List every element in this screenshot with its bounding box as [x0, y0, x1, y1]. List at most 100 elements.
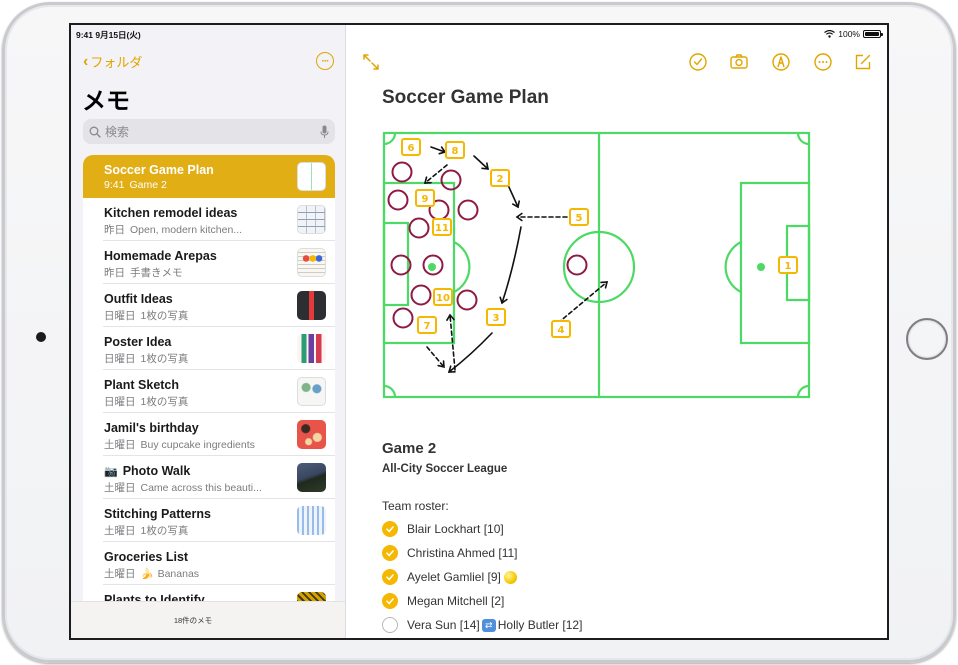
front-camera	[36, 332, 46, 342]
sidebar-title: メモ	[82, 88, 130, 115]
search-input[interactable]	[105, 124, 316, 139]
note-thumbnail	[297, 377, 326, 406]
note-thumbnail	[297, 334, 326, 363]
note-list-item[interactable]: Groceries List 土曜日 🍌 Bananas	[83, 542, 335, 585]
note-list-item[interactable]: Kitchen remodel ideas 昨日 Open, modern kitc…	[83, 198, 335, 241]
note-thumbnail	[297, 291, 326, 320]
note-preview: Buy cupcake ingredients	[140, 439, 255, 451]
player-number: 5	[576, 213, 583, 224]
corner-arc-bl	[382, 384, 397, 399]
roster-item: Megan Mitchell [2]	[382, 589, 582, 613]
checkbox-checked[interactable]	[382, 521, 398, 537]
markup-icon[interactable]	[771, 52, 791, 72]
note-thumbnail	[297, 463, 326, 492]
note-count: 18件のメモ	[71, 601, 345, 638]
opponent-marker	[387, 189, 409, 211]
back-to-folders-button[interactable]: ‹ フォルダ	[83, 52, 142, 71]
battery-icon	[863, 30, 883, 38]
player-number: 8	[452, 146, 459, 157]
note-title: Soccer Game Plan	[382, 87, 549, 108]
compose-icon[interactable]	[853, 52, 873, 72]
checkbox-unchecked[interactable]	[382, 617, 398, 633]
player-marker: 7	[417, 316, 437, 334]
corner-arc-br	[796, 384, 811, 399]
field-boundary	[382, 131, 811, 399]
sidebar-more-button[interactable]: ···	[316, 52, 334, 70]
repeat-icon: ⇄	[481, 619, 496, 633]
notes-sidebar: 9:41 9月15日(火) ‹ フォルダ ··· メモ Soccer Game …	[71, 25, 346, 638]
player-marker: 8	[445, 141, 465, 159]
player-marker: 2	[490, 169, 510, 187]
note-list-item[interactable]: 📷 Photo Walk 土曜日 Came across this beauti...	[83, 456, 335, 499]
note-thumbnail	[297, 506, 326, 535]
play-arrow	[501, 226, 522, 304]
note-date: 土曜日	[104, 568, 136, 580]
note-preview: Game 2	[129, 179, 167, 191]
checkbox-checked[interactable]	[382, 569, 398, 585]
player-marker: 3	[486, 308, 506, 326]
note-date: 9:41	[104, 179, 125, 191]
right-penalty-spot	[757, 263, 765, 271]
checkbox-checked[interactable]	[382, 545, 398, 561]
status-time-date: 9:41 9月15日(火)	[76, 30, 141, 40]
search-field[interactable]	[83, 119, 335, 144]
home-button[interactable]	[906, 318, 948, 360]
roster-checklist: Blair Lockhart [10] Christina Ahmed [11] A…	[382, 517, 582, 637]
player-number: 11	[435, 223, 449, 234]
chevron-left-icon: ‹	[83, 52, 89, 70]
note-preview: 1枚の写真	[140, 525, 189, 537]
note-date: 昨日	[104, 224, 125, 236]
camera-icon: 📷	[104, 465, 118, 478]
note-preview: 1枚の写真	[140, 396, 189, 408]
league-name: All-City Soccer League	[382, 463, 508, 475]
note-list-item[interactable]: Outfit Ideas 日曜日 1枚の写真	[83, 284, 335, 327]
roster-name: Ayelet Gamliel [9]	[407, 569, 501, 584]
opponent-marker	[410, 284, 432, 306]
note-list-item[interactable]: Homemade Arepas 昨日 手書きメモ	[83, 241, 335, 284]
player-number: 3	[493, 313, 500, 324]
note-thumbnail	[297, 420, 326, 449]
opponent-marker	[566, 254, 588, 276]
microphone-icon[interactable]	[320, 125, 329, 139]
checklist-icon[interactable]	[688, 52, 708, 72]
note-title: Plant Sketch	[104, 378, 180, 392]
left-penalty-spot	[428, 263, 436, 271]
roster-item: Vera Sun [14] ⇄ Holly Butler [12]	[382, 613, 582, 637]
yellow-circle-icon	[503, 571, 517, 585]
note-preview: 1枚の写真	[140, 353, 189, 365]
note-date: 土曜日	[104, 525, 136, 537]
soccer-field-drawing[interactable]: 6 8 2 9 11 5 10 3 7 4 1	[381, 130, 813, 405]
note-preview: 手書きメモ	[130, 267, 183, 279]
note-list-item[interactable]: Soccer Game Plan 9:41 Game 2	[83, 155, 335, 198]
right-penalty-arc	[724, 240, 743, 294]
more-icon[interactable]	[813, 52, 833, 72]
note-date: 土曜日	[104, 482, 136, 494]
camera-icon[interactable]	[729, 52, 749, 72]
note-list-item[interactable]: Poster Idea 日曜日 1枚の写真	[83, 327, 335, 370]
note-list-item[interactable]: Plant Sketch 日曜日 1枚の写真	[83, 370, 335, 413]
note-thumbnail	[297, 162, 326, 191]
corner-arc-tr	[796, 131, 811, 146]
player-number: 1	[785, 261, 792, 272]
roster-substitute: Holly Butler [12]	[497, 617, 583, 632]
note-title: Groceries List	[104, 550, 189, 564]
note-list-item[interactable]: Jamil's birthday 土曜日 Buy cupcake ingredien…	[83, 413, 335, 456]
note-list: Soccer Game Plan 9:41 Game 2 Kitchen remode…	[83, 155, 335, 603]
note-title: Homemade Arepas	[104, 249, 217, 263]
opponent-marker	[457, 199, 479, 221]
note-title: Poster Idea	[104, 335, 172, 349]
corner-arc-tl	[382, 131, 397, 146]
roster-label: Team roster:	[382, 499, 449, 513]
left-goal-box	[382, 221, 410, 307]
player-number: 4	[558, 325, 565, 336]
opponent-marker	[408, 217, 430, 239]
left-penalty-arc	[452, 240, 471, 294]
expand-icon[interactable]	[361, 52, 381, 72]
note-title: Outfit Ideas	[104, 292, 173, 306]
note-list-item[interactable]: Stitching Patterns 土曜日 1枚の写真	[83, 499, 335, 542]
roster-name: Megan Mitchell [2]	[407, 594, 505, 608]
note-date: 土曜日	[104, 439, 136, 451]
player-marker: 1	[778, 256, 798, 274]
roster-name: Blair Lockhart [10]	[407, 522, 504, 536]
checkbox-checked[interactable]	[382, 593, 398, 609]
